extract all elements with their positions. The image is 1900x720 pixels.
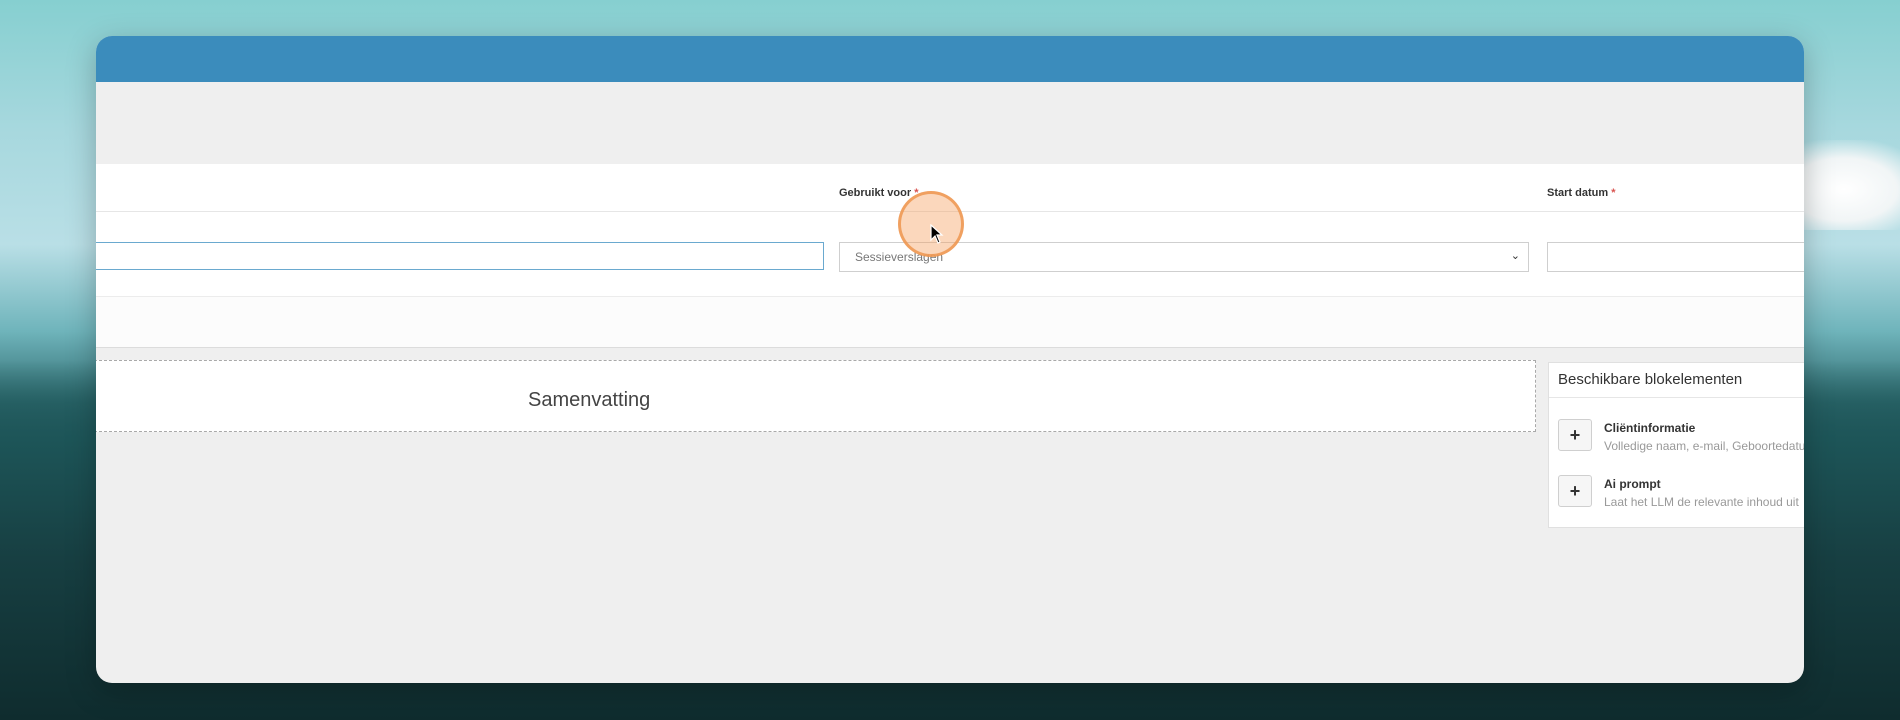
- plus-icon: +: [1569, 481, 1581, 501]
- block-item-name: Ai prompt: [1604, 477, 1661, 491]
- start-date-label: Start datum *: [1547, 187, 1615, 199]
- start-date-label-text: Start datum: [1547, 187, 1609, 199]
- block-item-description: Volledige naam, e-mail, Geboortedatum: [1604, 439, 1804, 453]
- block-item-ai-prompt: + Ai prompt Laat het LLM de relevante in…: [1549, 475, 1804, 521]
- summary-block-title: Samenvatting: [528, 389, 651, 411]
- block-item-name: Cliëntinformatie: [1604, 421, 1696, 435]
- add-ai-prompt-button[interactable]: +: [1558, 475, 1592, 507]
- used-for-label-text: Gebruikt voor: [839, 187, 912, 199]
- block-item-client-info: + Cliëntinformatie Volledige naam, e-mai…: [1549, 419, 1804, 465]
- toolbar-area: [96, 82, 1804, 165]
- chevron-down-icon: ⌄: [1510, 250, 1520, 262]
- form-footer: [96, 297, 1804, 348]
- required-mark: *: [1611, 187, 1616, 199]
- start-date-input[interactable]: [1547, 242, 1804, 272]
- block-item-description: Laat het LLM de relevante inhoud uit: [1604, 495, 1799, 509]
- app-window: Gebruikt voor * Sessieverslagen ⌄ Start …: [96, 36, 1804, 683]
- plus-icon: +: [1569, 425, 1581, 445]
- mouse-pointer-icon: [930, 224, 944, 244]
- add-client-info-button[interactable]: +: [1558, 419, 1592, 451]
- summary-block[interactable]: Samenvatting: [96, 360, 1536, 432]
- name-input[interactable]: [96, 242, 824, 270]
- available-blocks-panel: Beschikbare blokelementen + Cliëntinform…: [1548, 362, 1804, 528]
- used-for-label: Gebruikt voor *: [839, 187, 918, 199]
- panel-header: Beschikbare blokelementen: [1549, 363, 1804, 398]
- panel-title: Beschikbare blokelementen: [1558, 371, 1743, 388]
- window-titlebar: [96, 36, 1804, 82]
